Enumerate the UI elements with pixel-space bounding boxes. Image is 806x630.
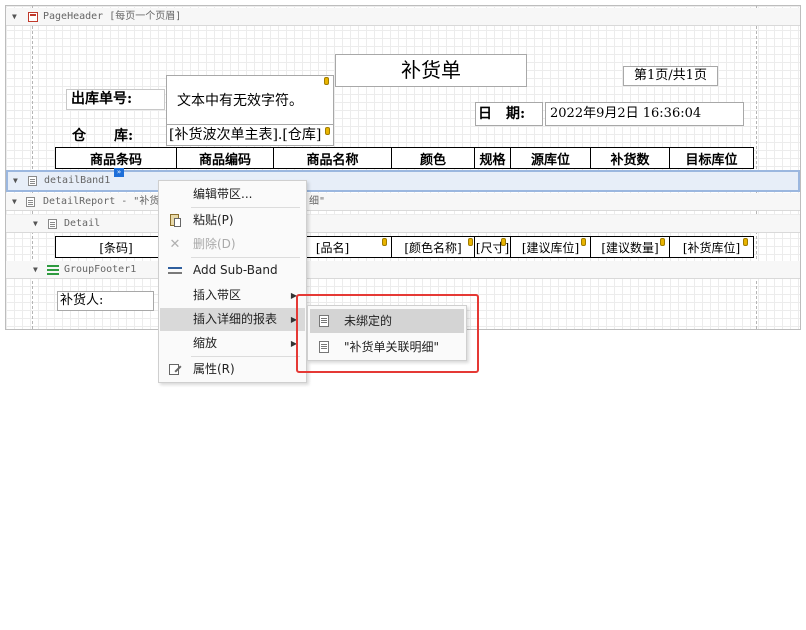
band-icon [28,176,37,186]
warehouse-value-field[interactable]: [补货波次单主表].[仓库] [166,124,334,146]
menu-item-zoom[interactable]: 缩放 ▶ [160,332,305,355]
add-subband-icon [168,264,182,277]
bound-field-icon [660,238,665,246]
bound-field-icon [468,238,473,246]
menu-item-add-sub-band[interactable]: Add Sub-Band [160,259,305,282]
report-designer-surface[interactable]: ▼ PageHeader [每页一个页眉] 补货单 第1页/共1页 出库单号: … [5,5,801,330]
band-title: PageHeader [每页一个页眉] [43,11,182,22]
menu-item-insert-band[interactable]: 插入带区 ▶ [160,284,305,307]
report-title[interactable]: 补货单 [335,54,527,87]
bound-field-icon [325,127,330,135]
header-cell[interactable]: 商品条码 [55,147,177,169]
header-row: 商品条码 商品编码 商品名称 颜色 规格 源库位 补货数 目标库位 [55,147,754,169]
warehouse-label: 仓 库: [72,128,134,144]
menu-separator [191,207,300,208]
page-header-icon [28,12,38,22]
band-title: Detail [64,218,101,229]
band-header-detailreport[interactable]: ▼ DetailReport - "补货 细" [6,193,800,211]
menu-item-label: 插入带区 [193,288,242,302]
menu-item-delete[interactable]: ✕ 删除(D) [160,233,305,256]
detail-cell[interactable]: [补货库位] [669,236,754,258]
header-cell[interactable]: 商品编码 [176,147,274,169]
invalid-text-field[interactable]: 文本中有无效字符。 [166,75,334,127]
out-no-label[interactable]: 出库单号: [66,89,165,110]
menu-item-edit-bands[interactable]: 编辑带区... [160,183,305,206]
left-margin-line [32,6,33,329]
menu-item-insert-detail-report[interactable]: 插入详细的报表 ▶ [160,308,305,331]
collapse-arrow-icon[interactable]: ▼ [33,215,38,233]
bound-field-icon [501,238,506,246]
menu-item-properties[interactable]: 属性(R) [160,358,305,381]
date-label[interactable]: 日 期: [475,102,543,126]
band-header-detail[interactable]: ▼ Detail [6,215,800,233]
bound-field-icon [382,238,387,246]
bound-field-icon [324,77,329,85]
menu-separator [191,257,300,258]
header-cell[interactable]: 补货数 [590,147,670,169]
header-cell[interactable]: 颜色 [391,147,475,169]
menu-item-label: 粘贴(P) [193,213,234,227]
header-cell[interactable]: 目标库位 [669,147,754,169]
menu-item-label: 编辑带区... [193,187,253,201]
menu-item-label: 插入详细的报表 [193,312,278,326]
collapse-arrow-icon[interactable]: ▼ [12,193,17,211]
bound-field-icon [743,238,748,246]
menu-separator [191,356,300,357]
collapse-arrow-icon[interactable]: ▼ [13,172,18,190]
band-title-tail: 细" [309,196,326,207]
context-menu[interactable]: 编辑带区... 粘贴(P) ✕ 删除(D) Add Sub-Band 插入带区 … [158,180,307,383]
date-value-field[interactable]: 2022年9月2日 16:36:04 [545,102,744,126]
menu-item-label: 删除(D) [193,237,236,251]
band-title: detailBand1 [44,175,111,186]
band-title: GroupFooter1 [64,264,137,275]
band-header-detailband1[interactable]: ▼ detailBand1 » [6,168,800,192]
collapse-arrow-icon[interactable]: ▼ [12,8,17,26]
smart-tag-icon[interactable]: » [114,168,124,177]
menu-item-label: 属性(R) [193,362,235,376]
page-info-field[interactable]: 第1页/共1页 [623,66,718,86]
menu-item-label: 缩放 [193,336,218,350]
band-icon [48,219,57,229]
band-title: DetailReport - "补货 [43,196,160,207]
right-margin-line [756,6,757,329]
collapse-arrow-icon[interactable]: ▼ [33,261,38,279]
replenisher-label[interactable]: 补货人: [57,291,154,311]
header-cell[interactable]: 商品名称 [273,147,392,169]
delete-icon: ✕ [169,237,181,252]
bound-field-icon [581,238,586,246]
band-header-pageheader[interactable]: ▼ PageHeader [每页一个页眉] [6,8,800,26]
group-footer-icon [47,265,59,275]
header-table[interactable]: 商品条码 商品编码 商品名称 颜色 规格 源库位 补货数 目标库位 [55,147,754,169]
highlight-annotation-frame [296,294,479,373]
properties-icon [168,363,182,376]
detail-cell[interactable]: [建议库位] [510,236,591,258]
paste-icon [168,214,182,227]
band-icon [26,197,35,207]
detail-cell[interactable]: [颜色名称] [391,236,475,258]
menu-item-label: Add Sub-Band [193,263,278,277]
detail-cell[interactable]: [建议数量] [590,236,670,258]
menu-item-paste[interactable]: 粘贴(P) [160,209,305,232]
band-header-groupfooter[interactable]: ▼ GroupFooter1 [6,261,800,279]
header-cell[interactable]: 规格 [474,147,511,169]
header-cell[interactable]: 源库位 [510,147,591,169]
